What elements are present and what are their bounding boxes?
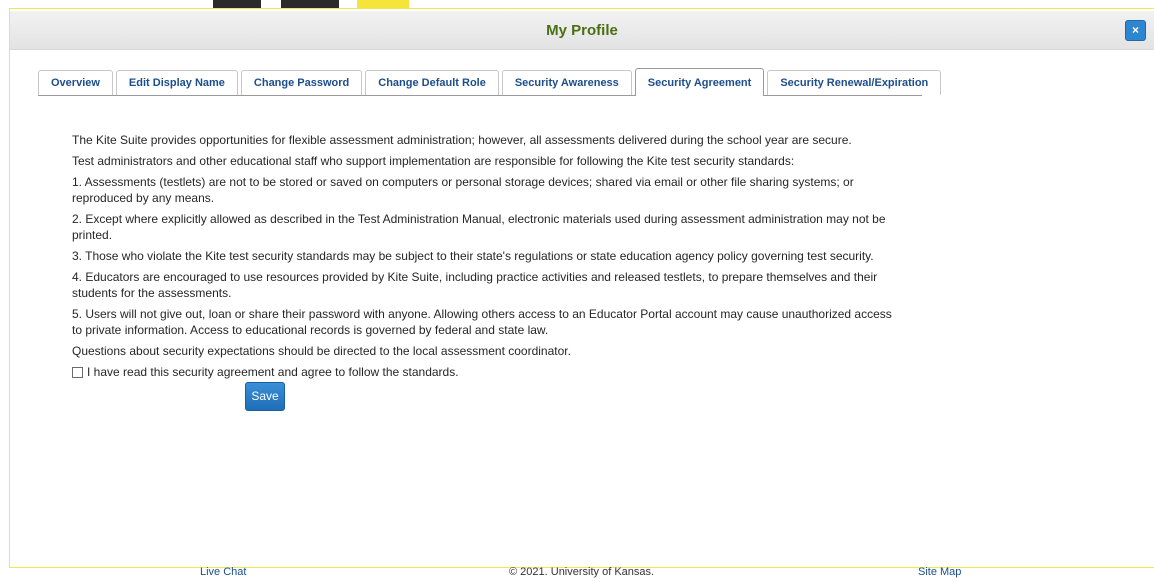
agreement-paragraph: The Kite Suite provides opportunities fo… xyxy=(72,133,852,147)
dialog-title: My Profile xyxy=(546,21,618,39)
agreement-paragraph: Questions about security expectations sh… xyxy=(72,344,571,358)
security-agreement-content: The Kite Suite provides opportunities fo… xyxy=(72,132,902,380)
tab-change-default-role[interactable]: Change Default Role xyxy=(365,70,499,95)
profile-tabs: Overview Edit Display Name Change Passwo… xyxy=(38,67,942,96)
agreement-paragraph: 2. Except where explicitly allowed as de… xyxy=(72,212,886,242)
agreement-paragraph: Test administrators and other educationa… xyxy=(72,154,795,168)
save-button[interactable]: Save xyxy=(245,382,285,411)
tab-change-password[interactable]: Change Password xyxy=(240,70,363,95)
tab-security-awareness[interactable]: Security Awareness xyxy=(501,70,632,95)
dialog-titlebar: My Profile × xyxy=(10,11,1154,50)
background-logo-fragment xyxy=(213,0,261,8)
tab-security-agreement[interactable]: Security Agreement xyxy=(634,68,765,96)
close-button[interactable]: × xyxy=(1125,20,1146,41)
agreement-paragraph: 4. Educators are encouraged to use resou… xyxy=(72,270,878,300)
site-map-link[interactable]: Site Map xyxy=(918,566,961,578)
agreement-paragraph: 3. Those who violate the Kite test secur… xyxy=(72,249,874,263)
live-chat-link[interactable]: Live Chat xyxy=(200,566,246,578)
background-logo-fragment xyxy=(357,0,409,8)
agree-row: I have read this security agreement and … xyxy=(72,364,902,380)
agree-checkbox[interactable] xyxy=(72,366,83,378)
close-icon: × xyxy=(1131,23,1139,37)
copyright-text: © 2021. University of Kansas. xyxy=(509,566,655,578)
tab-security-renewal-expiration[interactable]: Security Renewal/Expiration xyxy=(767,70,942,95)
page: My Profile × Overview Edit Display Name … xyxy=(0,0,1154,582)
page-footer: Live Chat © 2021. University of Kansas. … xyxy=(0,566,1154,582)
my-profile-dialog: My Profile × Overview Edit Display Name … xyxy=(9,8,1154,568)
background-logo-fragment xyxy=(281,0,339,8)
agree-checkbox-label[interactable]: I have read this security agreement and … xyxy=(87,364,459,380)
agreement-paragraph: 5. Users will not give out, loan or shar… xyxy=(72,307,892,337)
tab-edit-display-name[interactable]: Edit Display Name xyxy=(115,70,238,95)
agreement-paragraph: 1. Assessments (testlets) are not to be … xyxy=(72,175,854,205)
tab-overview[interactable]: Overview xyxy=(38,70,113,95)
